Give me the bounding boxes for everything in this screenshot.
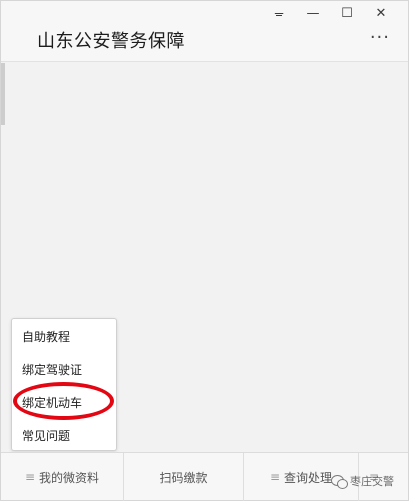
wechat-icon	[331, 474, 348, 489]
more-options-icon[interactable]: ···	[370, 29, 390, 47]
menu-item-bind-driver-license[interactable]: 绑定驾驶证	[12, 355, 116, 385]
tab-label: 扫码缴款	[159, 470, 208, 485]
minimize-icon[interactable]: —	[296, 4, 330, 22]
window-controls: ᚚ — ☐ ✕	[262, 4, 398, 22]
menu-item-faq[interactable]: 常见问题	[12, 421, 116, 451]
scrollbar-thumb[interactable]	[1, 63, 5, 125]
maximize-icon[interactable]: ☐	[330, 4, 364, 22]
tab-label: 查询处理	[284, 470, 333, 485]
tab-my-profile[interactable]: ≡ 我的微资料	[1, 453, 124, 501]
page-title: 山东公安警务保障	[37, 31, 185, 52]
app-window: ᚚ — ☐ ✕ 山东公安警务保障 ··· 自助教程 绑定驾驶证 绑定机动车 常见…	[0, 0, 409, 501]
menu-lines-icon: ≡	[269, 470, 281, 484]
tab-label: 我的微资料	[39, 470, 100, 485]
watermark-text: 枣庄交警	[350, 475, 394, 488]
menu-item-bind-vehicle[interactable]: 绑定机动车	[12, 388, 116, 418]
menu-item-self-help-tutorial[interactable]: 自助教程	[12, 322, 116, 352]
submenu-popup: 自助教程 绑定驾驶证 绑定机动车 常见问题	[11, 318, 117, 451]
close-icon[interactable]: ✕	[364, 4, 398, 22]
watermark: 枣庄交警	[331, 473, 394, 489]
pin-icon[interactable]: ᚚ	[262, 4, 296, 22]
menu-lines-icon: ≡	[24, 470, 36, 484]
tab-scan-pay[interactable]: 扫码缴款	[124, 453, 244, 501]
title-bar: ᚚ — ☐ ✕ 山东公安警务保障 ···	[1, 1, 408, 62]
